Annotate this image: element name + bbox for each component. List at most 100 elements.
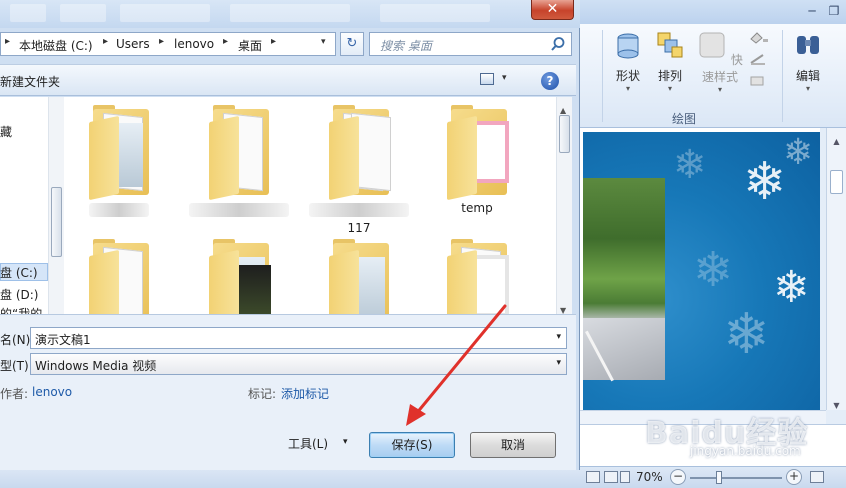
filetype-value: Windows Media 视频	[35, 359, 157, 373]
breadcrumb-chevron-icon[interactable]: ▸	[103, 36, 108, 47]
snowflake-icon: ❄	[723, 302, 770, 367]
blurred-region	[60, 4, 106, 22]
folder-icon	[87, 105, 151, 201]
snowflake-icon: ❄	[693, 242, 734, 298]
folder-item[interactable]	[422, 239, 532, 314]
scroll-thumb[interactable]	[830, 170, 843, 194]
refresh-button[interactable]: ↻	[340, 32, 364, 56]
file-list-scrollbar[interactable]: ▲ ▼	[556, 97, 572, 315]
ribbon-separator	[602, 30, 603, 122]
dialog-toolbar: 新建文件夹 ▾ ?	[0, 64, 576, 96]
nav-item-drive-c[interactable]: 盘 (C:)	[0, 264, 38, 281]
zoom-level[interactable]: 70%	[636, 470, 663, 484]
folder-item[interactable]: 117	[304, 105, 414, 235]
slide-sorter-icon[interactable]	[604, 471, 618, 483]
snowflake-icon: ❄	[773, 262, 810, 313]
search-input[interactable]: 搜索 桌面	[369, 32, 572, 56]
blurred-region	[380, 4, 490, 22]
folder-item[interactable]	[64, 105, 174, 235]
save-form: 名(N): 演示文稿1 ▾ 型(T): Windows Media 视频 ▾ 作…	[0, 314, 576, 470]
close-icon: ✕	[546, 1, 559, 17]
breadcrumb-drive-c[interactable]: 本地磁盘 (C:)	[19, 37, 93, 54]
folder-icon	[207, 105, 271, 201]
folder-item[interactable]	[64, 239, 174, 314]
navigation-scrollbar[interactable]	[48, 97, 64, 314]
zoom-in-button[interactable]: +	[786, 469, 802, 485]
folder-icon	[327, 105, 391, 201]
restore-button[interactable]: ❐	[824, 2, 844, 20]
search-icon[interactable]	[550, 36, 566, 52]
breadcrumb-lenovo[interactable]: lenovo	[174, 37, 214, 51]
close-button[interactable]: ✕	[531, 0, 574, 20]
shape-effects-icon[interactable]	[748, 74, 770, 88]
file-list: 117 temp	[64, 97, 556, 314]
nav-item-my-documents[interactable]: 的“我的	[0, 305, 42, 314]
tools-button[interactable]: 工具(L)	[288, 435, 328, 452]
tools-dropdown-icon[interactable]: ▾	[343, 437, 348, 447]
filename-dropdown-icon[interactable]: ▾	[556, 332, 561, 342]
scroll-thumb[interactable]	[559, 115, 570, 153]
fit-to-window-icon[interactable]	[810, 471, 824, 483]
new-folder-button[interactable]: 新建文件夹	[0, 73, 60, 90]
folder-item-temp[interactable]: temp	[422, 105, 532, 215]
zoom-out-button[interactable]: −	[670, 469, 686, 485]
breadcrumb-chevron-icon[interactable]: ▸	[5, 36, 10, 47]
filetype-dropdown-icon[interactable]: ▾	[556, 358, 561, 368]
folder-item[interactable]	[184, 105, 294, 235]
shape-fill-icon[interactable]	[748, 30, 770, 44]
zoom-slider[interactable]	[690, 477, 782, 479]
cancel-button[interactable]: 取消	[470, 432, 556, 458]
nav-item-favorites[interactable]: 藏	[0, 123, 12, 140]
binoculars-icon	[797, 36, 819, 54]
tags-label: 标记:	[248, 387, 277, 401]
shapes-label: 形状	[615, 69, 640, 83]
zoom-slider-knob[interactable]	[716, 471, 722, 484]
view-options-icon[interactable]	[480, 73, 494, 85]
folder-label	[64, 221, 174, 235]
group-drawing-label: 绘图	[672, 112, 697, 126]
shape-outline-icon[interactable]	[748, 52, 770, 66]
folder-item[interactable]	[304, 239, 414, 314]
view-dropdown-icon[interactable]: ▾	[502, 73, 507, 83]
help-button[interactable]: ?	[541, 72, 559, 90]
quick-styles-icon	[699, 32, 725, 58]
breadcrumb-chevron-icon[interactable]: ▸	[159, 36, 164, 47]
add-tag-link[interactable]: 添加标记	[281, 385, 329, 402]
filetype-label: 型(T):	[0, 359, 33, 373]
quick-styles-button[interactable]: 快速样式 ▾	[692, 30, 748, 95]
scroll-down-icon[interactable]: ▼	[830, 394, 843, 410]
ppt-vertical-scrollbar[interactable]: ▲ ▼	[826, 128, 846, 410]
editing-button[interactable]: 编辑 ▾	[786, 30, 830, 94]
filename-input[interactable]: 演示文稿1 ▾	[30, 327, 567, 349]
chevron-down-icon: ▾	[667, 84, 672, 93]
normal-view-icon[interactable]	[586, 471, 600, 483]
scroll-up-icon[interactable]: ▲	[830, 130, 843, 146]
minimize-button[interactable]: ─	[802, 2, 822, 20]
author-value[interactable]: lenovo	[32, 385, 72, 399]
address-bar[interactable]: ▸ 本地磁盘 (C:) ▸ Users ▸ lenovo ▸ 桌面 ▸ ▾	[0, 32, 336, 56]
folder-item[interactable]	[184, 239, 294, 314]
reading-view-icon[interactable]	[620, 471, 630, 483]
address-dropdown-icon[interactable]: ▾	[321, 37, 326, 47]
snowflake-icon: ❄	[783, 132, 814, 173]
save-button[interactable]: 保存(S)	[369, 432, 455, 458]
breadcrumb-chevron-icon[interactable]: ▸	[271, 36, 276, 47]
author-label: 作者:	[0, 387, 29, 401]
arrange-button[interactable]: 排列 ▾	[648, 30, 692, 94]
nav-item-drive-d[interactable]: 盘 (D:)	[0, 286, 38, 303]
scroll-thumb[interactable]	[51, 187, 62, 257]
folder-icon	[445, 239, 509, 314]
folder-label: temp	[461, 201, 493, 215]
chevron-down-icon: ▾	[805, 84, 810, 93]
editing-label: 编辑	[795, 69, 820, 83]
breadcrumb-chevron-icon[interactable]: ▸	[223, 36, 228, 47]
snowflake-icon: ❄	[743, 152, 787, 212]
breadcrumb-desktop[interactable]: 桌面	[238, 37, 262, 54]
breadcrumb-users[interactable]: Users	[116, 37, 150, 51]
filetype-select[interactable]: Windows Media 视频 ▾	[30, 353, 567, 375]
folder-icon	[445, 105, 509, 201]
filename-value: 演示文稿1	[35, 333, 91, 347]
folder-label-redacted	[189, 203, 289, 217]
shapes-button[interactable]: 形状 ▾	[606, 30, 650, 94]
arrange-label: 排列	[657, 69, 682, 83]
